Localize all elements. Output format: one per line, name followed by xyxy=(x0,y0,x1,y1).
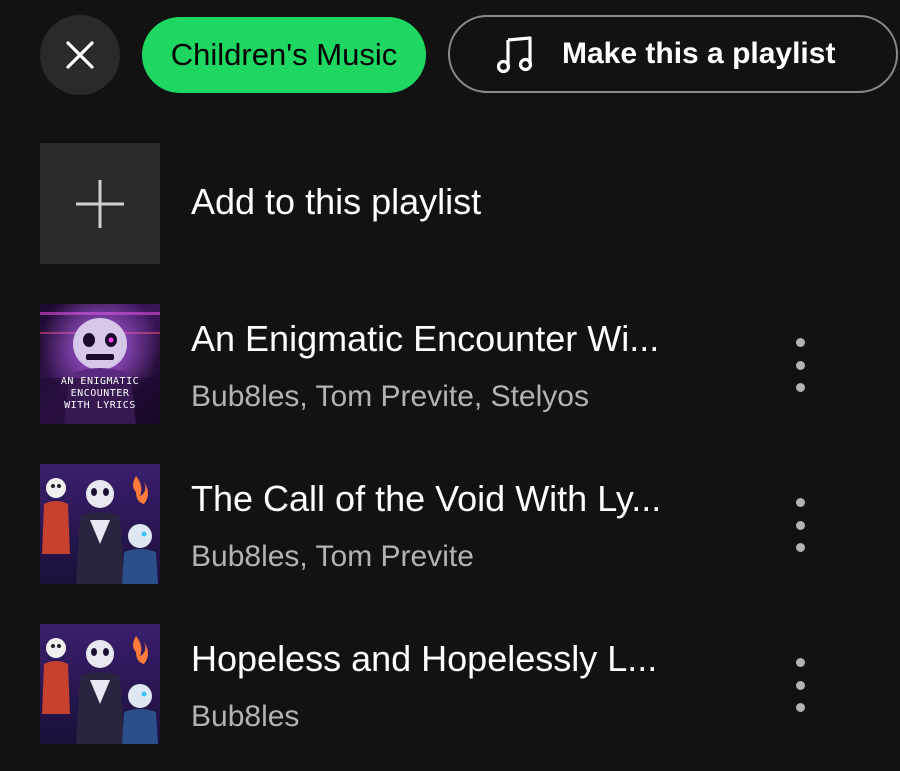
genre-filter-label: Children's Music xyxy=(170,37,398,72)
more-options-button[interactable] xyxy=(780,654,820,716)
add-to-playlist-label: Add to this playlist xyxy=(191,181,482,222)
make-playlist-label: Make this a playlist xyxy=(562,37,836,70)
track-row[interactable]: AN ENIGMATIC ENCOUNTER WITH LYRICS An En… xyxy=(0,304,900,425)
track-artists: Bub8les, Tom Previte, Stelyos xyxy=(191,380,589,413)
track-title: An Enigmatic Encounter Wi... xyxy=(191,318,660,359)
artwork-caption: AN ENIGMATIC ENCOUNTER WITH LYRICS xyxy=(60,376,140,411)
track-artwork: AN ENIGMATIC ENCOUNTER WITH LYRICS xyxy=(40,304,160,424)
more-options-button[interactable] xyxy=(780,494,820,556)
add-to-playlist-row[interactable]: Add to this playlist xyxy=(0,143,900,264)
top-bar: Children's Music Make this a playlist xyxy=(0,0,900,110)
close-button[interactable] xyxy=(40,15,120,95)
more-options-icon xyxy=(795,658,805,667)
make-playlist-button[interactable]: Make this a playlist xyxy=(448,15,898,93)
more-options-icon xyxy=(795,338,805,347)
more-options-icon xyxy=(795,498,805,507)
close-icon xyxy=(66,41,94,69)
plus-icon xyxy=(76,179,124,228)
add-tile xyxy=(40,143,160,264)
track-artwork xyxy=(40,624,160,744)
more-options-button[interactable] xyxy=(780,334,820,396)
music-note-icon xyxy=(496,34,536,74)
track-title: The Call of the Void With Ly... xyxy=(191,478,662,519)
track-artists: Bub8les, Tom Previte xyxy=(191,540,474,573)
track-artists: Bub8les xyxy=(191,700,300,733)
track-row[interactable]: The Call of the Void With Ly... Bub8les,… xyxy=(0,464,900,585)
track-artwork xyxy=(40,464,160,584)
track-row[interactable]: Hopeless and Hopelessly L... Bub8les xyxy=(0,624,900,745)
track-title: Hopeless and Hopelessly L... xyxy=(191,638,658,679)
genre-filter-chip[interactable]: Children's Music xyxy=(142,17,426,93)
